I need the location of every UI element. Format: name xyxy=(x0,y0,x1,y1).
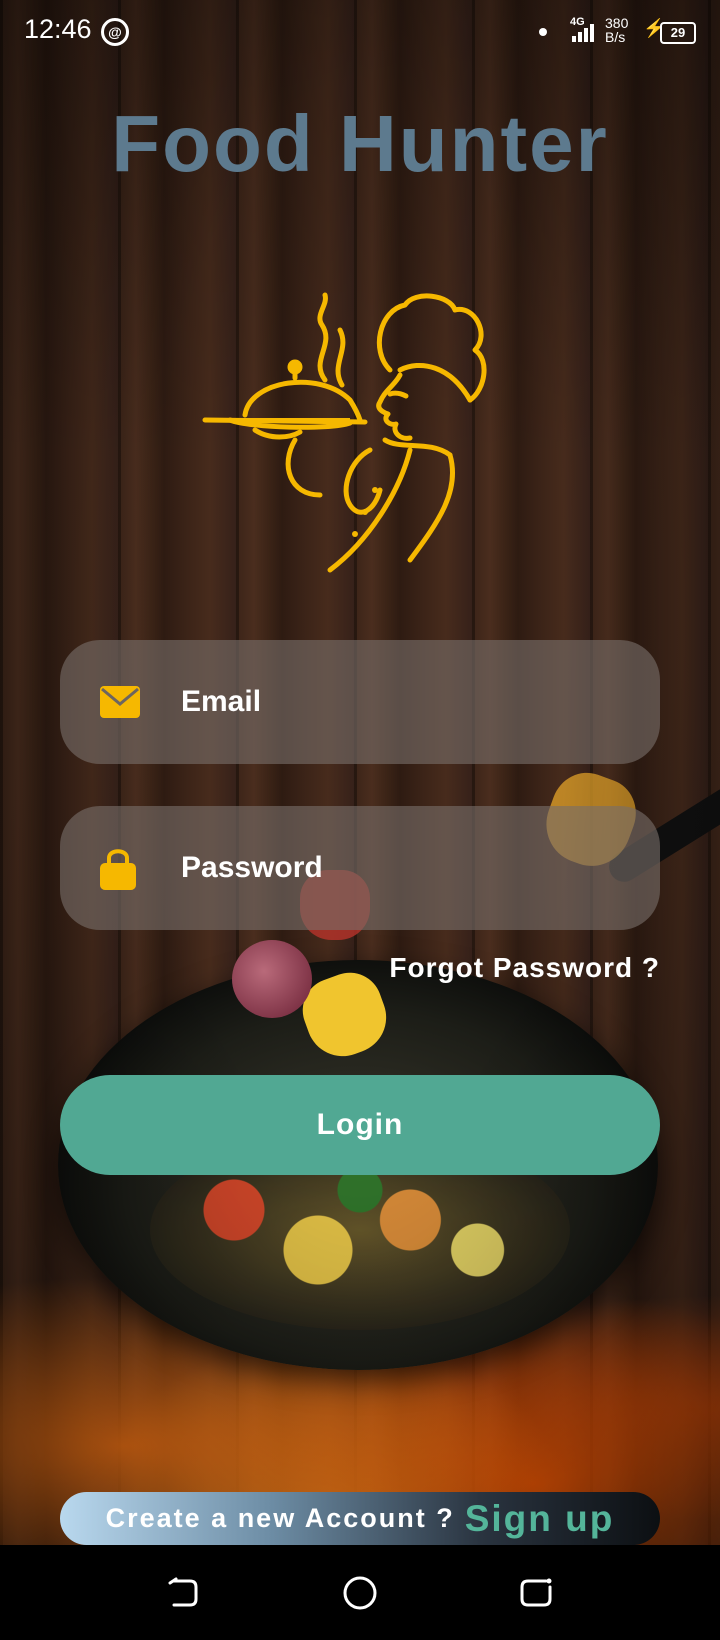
network-speed-unit: B/s xyxy=(605,29,626,45)
home-icon[interactable] xyxy=(340,1573,380,1613)
password-field[interactable]: Password xyxy=(60,806,660,930)
email-field[interactable]: Email xyxy=(60,640,660,764)
password-placeholder: Password xyxy=(181,851,323,884)
signup-bar: Create a new Account ? Sign up xyxy=(60,1492,660,1545)
battery-icon: 29 xyxy=(660,22,696,44)
status-bar: 12:46 @ 4G 380 B/s ⚡ 29 xyxy=(0,0,720,64)
login-button[interactable]: Login xyxy=(60,1075,660,1175)
vignette-overlay xyxy=(0,0,720,1545)
forgot-password-link[interactable]: Forgot Password ? xyxy=(389,952,660,984)
envelope-icon xyxy=(100,686,140,718)
system-nav-bar xyxy=(0,1545,720,1640)
notification-dot-icon xyxy=(539,28,547,36)
signup-prompt: Create a new Account ? xyxy=(105,1503,455,1533)
signal-icon xyxy=(572,22,596,42)
lock-icon xyxy=(100,849,136,890)
chef-logo-icon xyxy=(202,292,487,573)
signup-link[interactable]: Sign up xyxy=(465,1498,615,1540)
status-time: 12:46 xyxy=(24,14,92,44)
app-title: Food Hunter xyxy=(111,99,609,188)
notification-icon: @ xyxy=(101,18,129,46)
back-icon[interactable] xyxy=(162,1573,202,1613)
login-screen: 12:46 @ 4G 380 B/s ⚡ 29 Food Hunter Emai… xyxy=(0,0,720,1545)
recents-icon[interactable] xyxy=(516,1573,556,1613)
network-speed: 380 B/s xyxy=(605,16,628,44)
email-placeholder: Email xyxy=(181,685,262,718)
